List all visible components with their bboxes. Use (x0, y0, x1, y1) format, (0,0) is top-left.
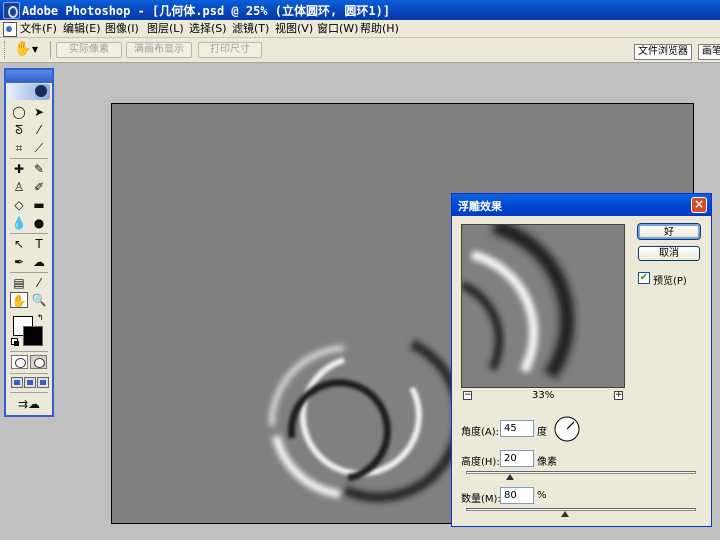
adobe-online-icon[interactable] (8, 84, 50, 100)
quick-mask-mode-button[interactable] (30, 355, 47, 369)
toolbox-header[interactable] (6, 70, 52, 83)
dialog-title-bar[interactable]: 浮雕效果 × (452, 194, 711, 216)
print-size-button[interactable]: 打印尺寸 (198, 42, 262, 58)
actual-pixels-button[interactable]: 实际像素 (56, 42, 122, 58)
zoom-level: 33% (532, 390, 555, 401)
tab-brushes[interactable]: 画笔 (698, 44, 720, 60)
filter-preview[interactable] (461, 224, 625, 388)
preview-checkbox-label: 预览(P) (653, 276, 687, 287)
dialog-title: 浮雕效果 (458, 200, 502, 213)
hand-icon: ✋ (14, 41, 32, 57)
gradient-tool-icon[interactable]: ▬ (30, 197, 48, 213)
pen-tool-icon[interactable]: ✒ (10, 254, 28, 270)
angle-input[interactable]: 45 (500, 420, 534, 437)
zoom-out-button[interactable]: − (463, 391, 472, 400)
healing-brush-tool-icon[interactable]: ✚ (10, 161, 28, 177)
custom-shape-tool-icon[interactable]: ☁ (30, 254, 48, 270)
hand-tool-icon[interactable]: ✋ (10, 292, 28, 308)
height-label: 高度(H): (461, 457, 500, 468)
amount-slider-thumb[interactable] (560, 511, 569, 517)
emboss-dialog: 浮雕效果 × − 33% + 好 取消 ✔ 预览(P) 角度(A): 45 度 … (451, 193, 712, 527)
tab-file-browser[interactable]: 文件浏览器 (634, 44, 692, 60)
notes-tool-icon[interactable]: ▤ (10, 275, 28, 291)
window-title: Adobe Photoshop - [几何体.psd @ 25% (立体圆环, … (22, 4, 391, 18)
blur-tool-icon[interactable]: 💧 (10, 215, 28, 231)
toolbox-divider (10, 392, 48, 393)
eyedropper-tool-icon[interactable]: ⁄ (30, 275, 48, 291)
palette-well: 文件浏览器 画笔 (630, 40, 720, 61)
photoshop-icon (3, 2, 20, 19)
slice-tool-icon[interactable]: ⟋ (30, 140, 48, 156)
menu-image[interactable]: 图像(I) (105, 20, 139, 37)
standard-mode-button[interactable] (11, 355, 28, 369)
standard-screen-mode-button[interactable] (11, 377, 23, 388)
full-screen-mode-button[interactable] (37, 377, 49, 388)
height-slider-thumb[interactable] (505, 474, 514, 480)
eraser-tool-icon[interactable]: ◇ (10, 197, 28, 213)
brush-tool-icon[interactable]: ✎ (30, 161, 48, 177)
menu-help[interactable]: 帮助(H) (360, 20, 399, 37)
menu-window[interactable]: 窗口(W) (317, 20, 358, 37)
move-tool-icon[interactable]: ➤ (30, 104, 48, 120)
zoom-in-button[interactable]: + (614, 391, 623, 400)
menu-bar: 文件(F) 编辑(E) 图像(I) 图层(L) 选择(S) 滤镜(T) 视图(V… (0, 20, 720, 38)
angle-dial[interactable] (554, 416, 580, 442)
cancel-button[interactable]: 取消 (638, 246, 700, 261)
menu-edit[interactable]: 编辑(E) (63, 20, 101, 37)
amount-unit: % (537, 490, 547, 501)
lasso-tool-icon[interactable]: ᘕ (10, 122, 28, 138)
preview-ring (462, 225, 575, 379)
toolbox-divider (10, 233, 48, 234)
crop-tool-icon[interactable]: ⌗ (10, 140, 28, 156)
toolbox-divider (10, 158, 48, 159)
tool-preset-picker[interactable]: ✋ ▼ (12, 41, 42, 59)
close-icon[interactable]: × (691, 197, 707, 213)
options-bar-grip[interactable] (4, 41, 9, 59)
chevron-down-icon: ▼ (32, 45, 39, 54)
background-color-swatch[interactable] (23, 326, 43, 346)
swap-colors-icon[interactable]: ↰ (37, 313, 44, 322)
full-screen-menubar-mode-button[interactable] (24, 377, 36, 388)
path-selection-tool-icon[interactable]: ↖ (10, 236, 28, 252)
toolbox-divider (10, 351, 48, 352)
angle-unit: 度 (537, 427, 547, 438)
menu-filter[interactable]: 滤镜(T) (232, 20, 269, 37)
type-tool-icon[interactable]: T (30, 236, 48, 252)
amount-slider-track[interactable] (466, 508, 696, 511)
options-bar: ✋ ▼ 实际像素 满画布显示 打印尺寸 文件浏览器 画笔 (0, 38, 720, 63)
height-input[interactable]: 20 (500, 450, 534, 467)
menu-select[interactable]: 选择(S) (189, 20, 227, 37)
magic-wand-tool-icon[interactable]: ⁄ (30, 122, 48, 138)
angle-label: 角度(A): (461, 427, 500, 438)
toolbox-divider (10, 373, 48, 374)
amount-label: 数量(M): (461, 494, 501, 505)
height-unit: 像素 (537, 457, 557, 468)
default-colors-icon[interactable] (11, 338, 19, 346)
document-icon[interactable] (3, 22, 17, 37)
menu-file[interactable]: 文件(F) (20, 20, 57, 37)
amount-input[interactable]: 80 (500, 487, 534, 504)
toolbox-divider (10, 272, 48, 273)
ellipse-marquee-tool-icon[interactable]: ◯ (10, 104, 28, 120)
jump-to-imageready-icon[interactable]: ⇉☁ (11, 396, 47, 412)
preview-checkbox[interactable]: ✔ (638, 272, 650, 284)
menu-layer[interactable]: 图层(L) (147, 20, 184, 37)
fit-on-screen-button[interactable]: 满画布显示 (126, 42, 192, 58)
toolbox: ◯ ➤ ᘕ ⁄ ⌗ ⟋ ✚ ✎ ♙ ✐ ◇ ▬ 💧 ● ↖ T ✒ ☁ ▤ ⁄ … (4, 68, 54, 417)
height-slider-track[interactable] (466, 471, 696, 474)
history-brush-tool-icon[interactable]: ✐ (30, 179, 48, 195)
options-divider (50, 41, 51, 59)
dodge-tool-icon[interactable]: ● (30, 215, 48, 231)
ok-button[interactable]: 好 (637, 223, 701, 240)
clone-stamp-tool-icon[interactable]: ♙ (10, 179, 28, 195)
app-title-bar: Adobe Photoshop - [几何体.psd @ 25% (立体圆环, … (0, 0, 720, 20)
menu-view[interactable]: 视图(V) (275, 20, 313, 37)
zoom-tool-icon[interactable]: 🔍 (30, 292, 48, 308)
